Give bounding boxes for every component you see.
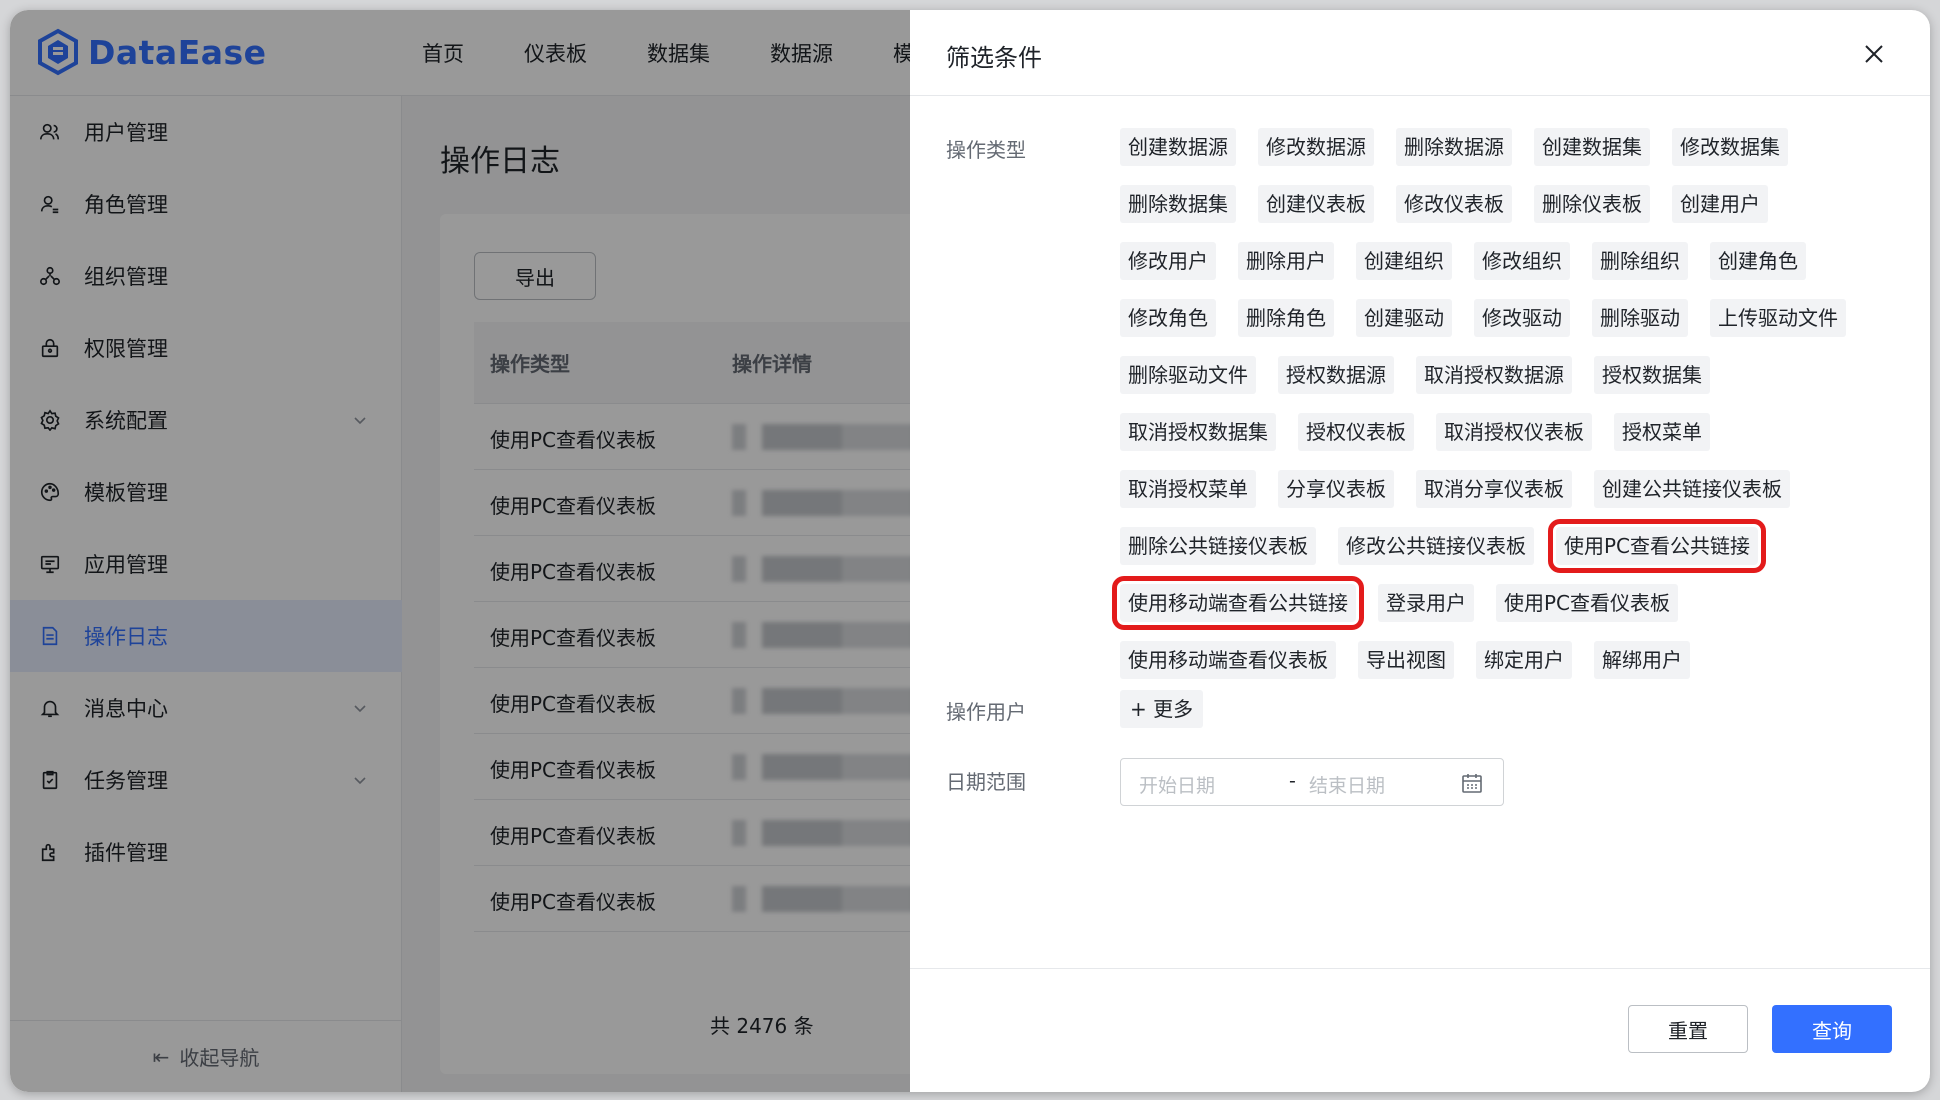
op-type-tag[interactable]: 使用移动端查看仪表板 [1120,641,1336,679]
op-type-tag[interactable]: 修改公共链接仪表板 [1338,527,1534,565]
op-type-tag[interactable]: 删除组织 [1592,242,1688,280]
op-type-tag[interactable]: 删除公共链接仪表板 [1120,527,1316,565]
op-type-tag[interactable]: 删除驱动 [1592,299,1688,337]
op-type-tag[interactable]: 创建数据集 [1534,128,1650,166]
op-type-tag[interactable]: 修改驱动 [1474,299,1570,337]
op-type-tag[interactable]: 创建驱动 [1356,299,1452,337]
op-type-tag[interactable]: 取消授权数据集 [1120,413,1276,451]
op-type-tag[interactable]: 使用PC查看仪表板 [1496,584,1679,622]
op-type-tag[interactable]: 创建公共链接仪表板 [1594,470,1790,508]
op-type-tag[interactable]: 删除数据集 [1120,185,1236,223]
op-type-tag[interactable]: 解绑用户 [1594,641,1690,679]
date-range-label: 日期范围 [946,770,1026,794]
more-users-button[interactable]: + 更多 [1120,690,1204,728]
start-date-input[interactable]: 开始日期 [1139,771,1215,798]
op-type-tag[interactable]: 修改数据集 [1672,128,1788,166]
op-type-tag[interactable]: 授权菜单 [1614,413,1710,451]
op-type-tag[interactable]: 登录用户 [1378,584,1474,622]
date-range-picker[interactable]: 开始日期 - 结束日期 [1120,758,1504,806]
op-type-tag[interactable]: 删除驱动文件 [1120,356,1256,394]
op-type-tag[interactable]: 修改用户 [1120,242,1216,280]
op-type-tag[interactable]: 取消授权数据源 [1416,356,1572,394]
op-type-tag[interactable]: 创建仪表板 [1258,185,1374,223]
calendar-icon[interactable] [1461,772,1483,794]
date-separator: - [1289,770,1296,792]
op-type-tag[interactable]: 授权数据源 [1278,356,1394,394]
op-type-tag[interactable]: 删除用户 [1238,242,1334,280]
op-type-tag[interactable]: 删除角色 [1238,299,1334,337]
op-type-tag[interactable]: 修改数据源 [1258,128,1374,166]
op-type-tag[interactable]: 使用PC查看公共链接 [1547,519,1767,573]
filter-drawer: 筛选条件 操作类型 创建数据源 修改数据源 删除数据源 创建数据集 修改数据集删除数据集… [910,10,1930,1092]
op-type-tag[interactable]: 创建数据源 [1120,128,1236,166]
op-type-tag[interactable]: 授权数据集 [1594,356,1710,394]
drawer-footer: 重置 查询 [910,968,1930,1092]
close-icon[interactable] [1862,42,1886,66]
drawer-header: 筛选条件 [910,10,1930,96]
op-type-tag[interactable]: 绑定用户 [1476,641,1572,679]
op-type-tag[interactable]: 修改角色 [1120,299,1216,337]
op-type-label: 操作类型 [946,138,1026,162]
reset-button[interactable]: 重置 [1628,1005,1748,1053]
op-type-tag[interactable]: 取消授权菜单 [1120,470,1256,508]
op-type-tag[interactable]: 修改仪表板 [1396,185,1512,223]
op-type-tag[interactable]: 创建用户 [1672,185,1768,223]
op-type-tag[interactable]: 上传驱动文件 [1710,299,1846,337]
op-type-tag[interactable]: 创建角色 [1710,242,1806,280]
op-type-tag[interactable]: 删除仪表板 [1534,185,1650,223]
op-type-tag[interactable]: 分享仪表板 [1278,470,1394,508]
op-type-tag[interactable]: 授权仪表板 [1298,413,1414,451]
end-date-input[interactable]: 结束日期 [1309,771,1385,798]
app-window: DataEase 首页 仪表板 数据集 数据源 模 用户管理 角色管理 组织管理 [10,10,1930,1092]
op-user-label: 操作用户 [946,700,1026,724]
op-type-tag[interactable]: 创建组织 [1356,242,1452,280]
op-type-tag[interactable]: 修改组织 [1474,242,1570,280]
op-type-tag[interactable]: 导出视图 [1358,641,1454,679]
op-type-tag[interactable]: 删除数据源 [1396,128,1512,166]
op-type-tag[interactable]: 取消分享仪表板 [1416,470,1572,508]
op-type-tag[interactable]: 取消授权仪表板 [1436,413,1592,451]
drawer-title: 筛选条件 [946,44,1042,72]
op-type-tag[interactable]: 使用移动端查看公共链接 [1112,576,1364,630]
query-button[interactable]: 查询 [1772,1005,1892,1053]
